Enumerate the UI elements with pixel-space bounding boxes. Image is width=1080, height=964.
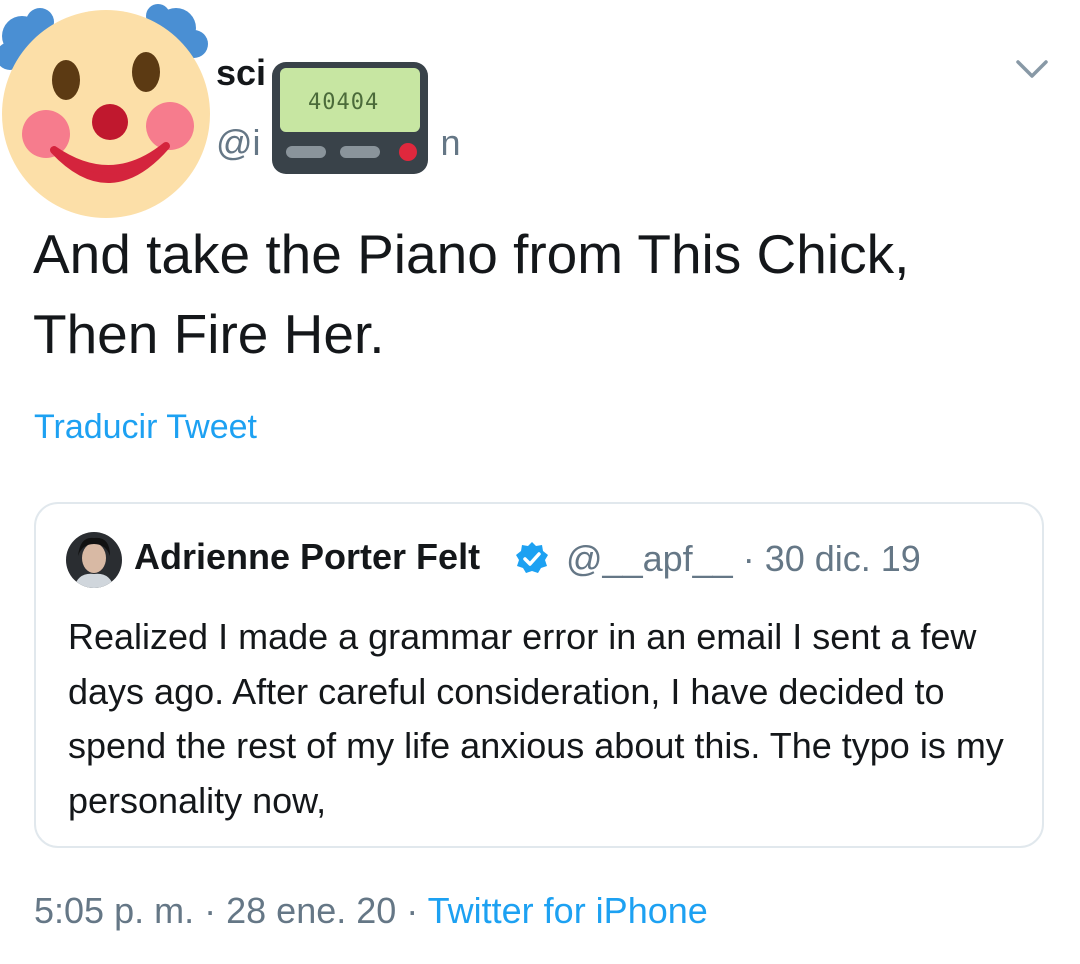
quote-author-handle[interactable]: @__apf__ — [566, 538, 733, 579]
quote-meta: @__apf__ · 30 dic. 19 — [566, 538, 921, 580]
tweet-source-link[interactable]: Twitter for iPhone — [428, 890, 708, 931]
pager-display: 40404 — [308, 90, 380, 115]
tweet-time: 5:05 p. m. — [34, 890, 195, 931]
tweet-text: And take the Piano from This Chick, Then… — [33, 214, 1033, 374]
quote-text: Realized I made a grammar error in an em… — [68, 616, 1004, 821]
chevron-down-icon[interactable] — [1012, 52, 1052, 84]
translate-tweet-link[interactable]: Traducir Tweet — [34, 408, 257, 447]
quote-author-name[interactable]: Adrienne Porter Felt — [134, 536, 480, 578]
verified-badge-icon — [516, 542, 548, 573]
separator: · — [204, 890, 217, 931]
author-name[interactable]: sci — [216, 52, 266, 94]
quote-author-avatar — [66, 532, 122, 588]
pager-icon — [272, 62, 428, 174]
tweet-date: 28 ene. 20 — [226, 890, 397, 931]
separator: · — [406, 890, 419, 931]
tweet-text-line: And take the Piano from This Chick, — [33, 223, 910, 285]
quote-date: 30 dic. 19 — [764, 538, 921, 579]
separator: · — [742, 538, 755, 579]
tweet-text-line: Then Fire Her. — [33, 303, 385, 365]
clown-face-icon[interactable] — [0, 0, 214, 222]
author-handle-suffix: n — [440, 122, 461, 163]
tweet-meta-footer: 5:05 p. m. · 28 ene. 20 · Twitter for iP… — [34, 890, 708, 932]
author-handle-prefix: @i — [216, 122, 261, 163]
